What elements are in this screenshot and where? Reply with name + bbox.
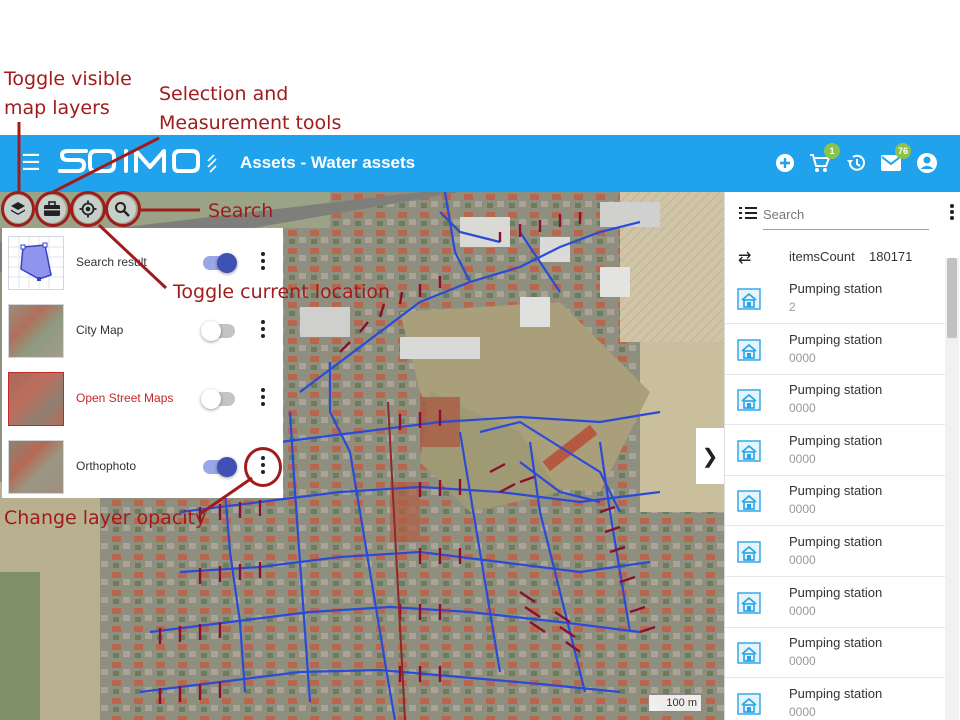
- annotation-toggle-location: Toggle current location: [173, 281, 391, 303]
- annotation-layer-opacity: Change layer opacity: [4, 507, 207, 529]
- annotation-connectors: [17, 122, 253, 516]
- screen: Toggle visible map layers Selection and …: [0, 0, 960, 720]
- annotation-search: Search: [208, 200, 274, 222]
